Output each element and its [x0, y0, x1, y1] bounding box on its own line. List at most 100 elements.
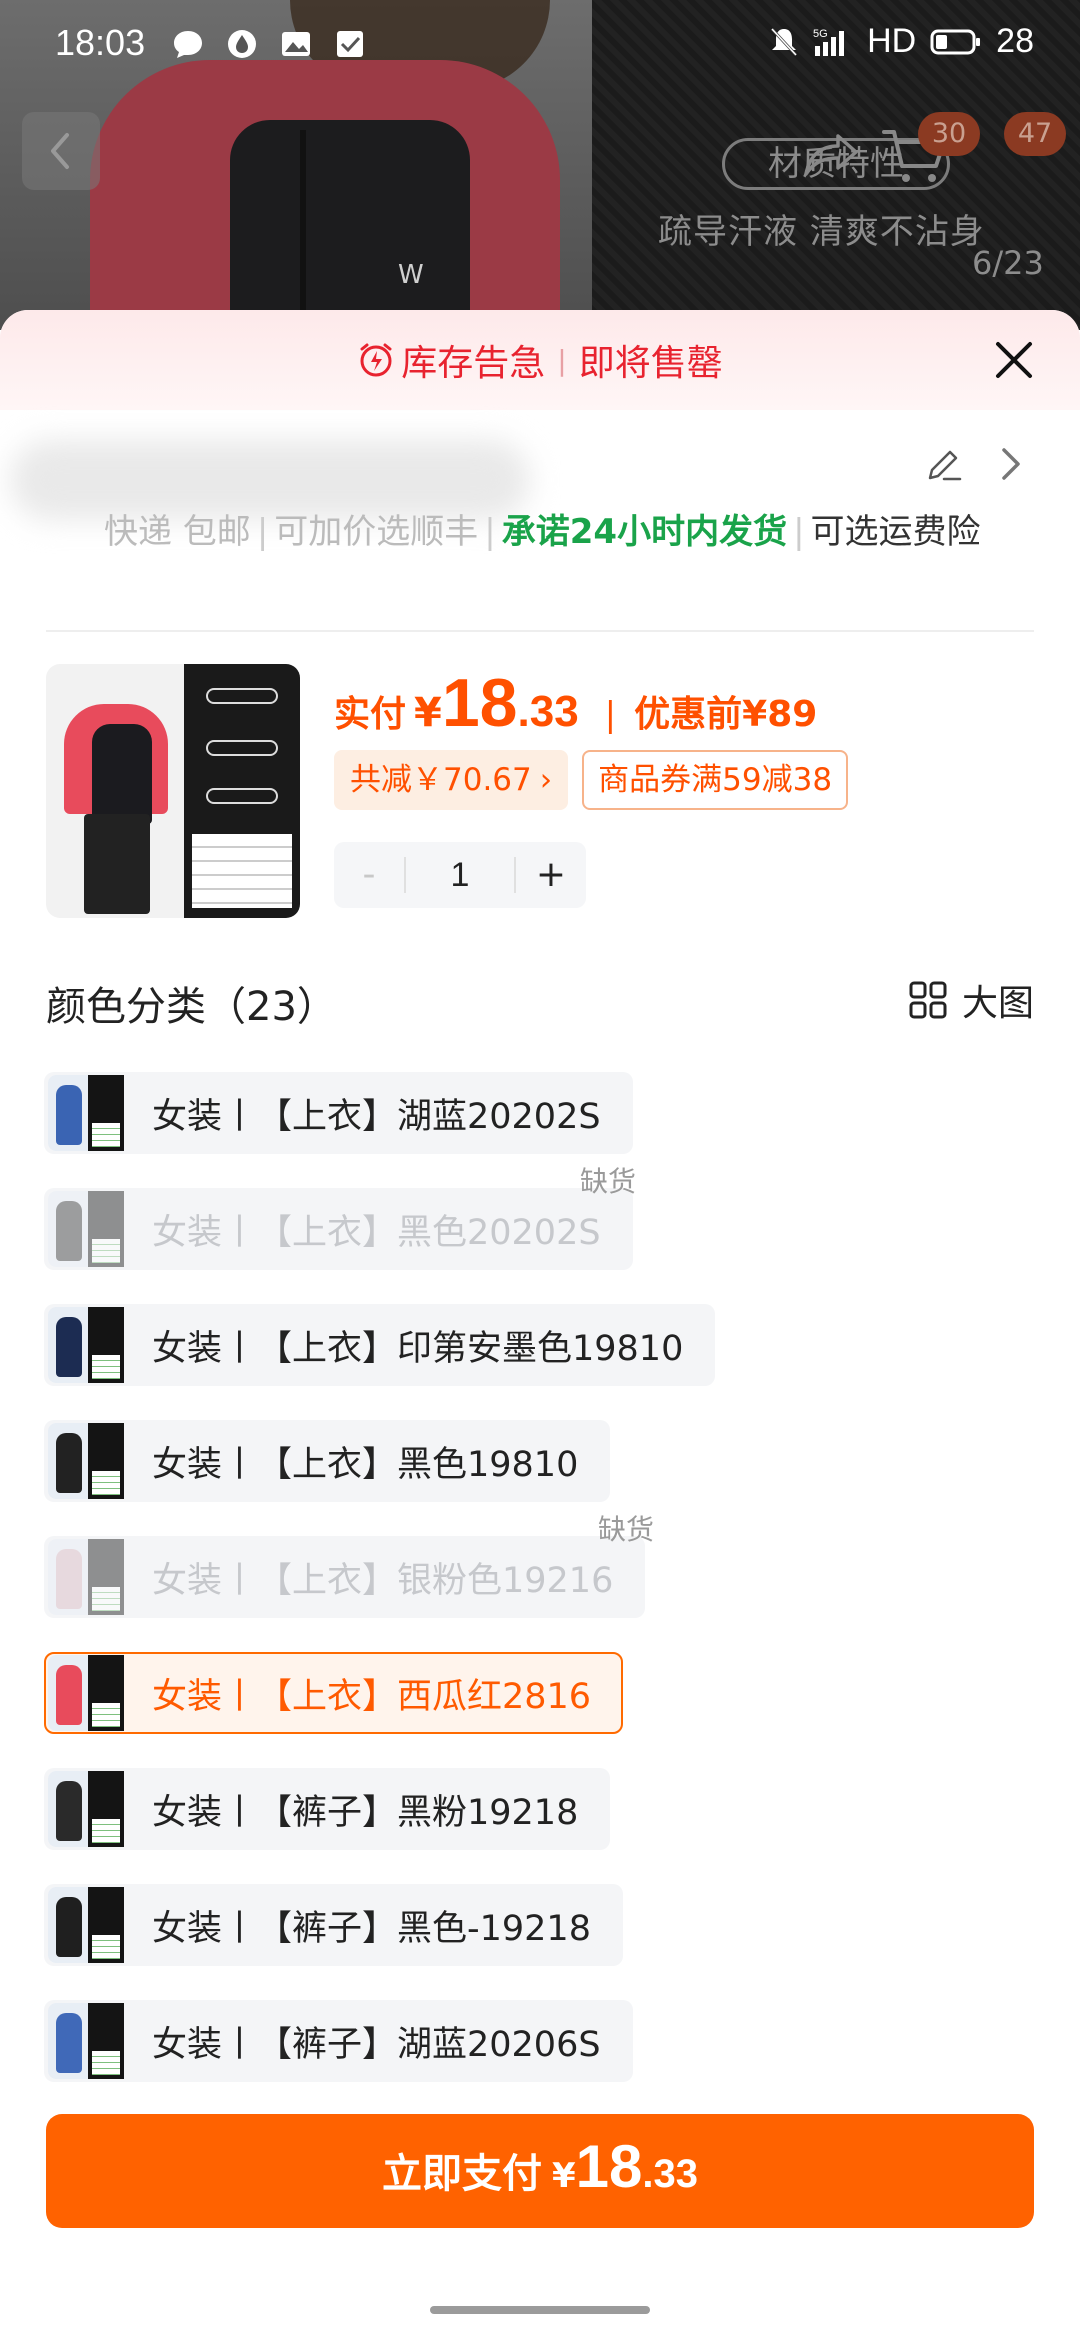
increase-quantity-button[interactable]: + [516, 842, 586, 908]
variant-label: 女装丨【上衣】黑色20202S [152, 1212, 601, 1253]
decrease-quantity-button[interactable]: - [334, 842, 404, 908]
quantity-value[interactable]: 1 [404, 857, 516, 893]
variant-figure [56, 2013, 82, 2073]
signal-icon: 5G [813, 28, 845, 56]
pay-amount-integer: 18 [575, 2133, 643, 2200]
battery-icon [930, 29, 981, 54]
banner-separator: | [557, 343, 567, 377]
product-thumbnail[interactable] [46, 664, 300, 918]
variant-size-chart [88, 1887, 124, 1963]
home-indicator[interactable] [430, 2306, 650, 2314]
variant-thumbnail [48, 1307, 124, 1383]
out-of-stock-badge: 缺货 [598, 1513, 655, 1546]
variant-option[interactable]: 女装丨【上衣】湖蓝20202S [44, 1072, 633, 1154]
shipping-sep: | [484, 512, 496, 552]
variant-thumbnail [48, 1771, 124, 1847]
feature-description: 疏导汗液 清爽不沾身 [658, 212, 985, 252]
variant-label: 女装丨【上衣】黑色19810 [152, 1444, 579, 1485]
grid-icon [909, 981, 947, 1019]
variant-label: 女装丨【裤子】黑色-19218 [152, 1908, 591, 1949]
variant-size-chart [88, 1191, 124, 1267]
variant-figure [56, 1201, 82, 1261]
variant-figure [56, 1317, 82, 1377]
variant-figure [56, 1781, 82, 1841]
price-line: 实付 ¥ 18 .33 | 优惠前 ¥89 [334, 664, 817, 742]
price-currency: ¥ [414, 690, 442, 736]
thumbnail-jacket-panel [92, 724, 152, 824]
sku-selection-sheet: 库存告急 | 即将售罄 快递 包邮 | 可加价选顺丰 | 承诺24小时内发货 | 可选运费险… [0, 310, 1080, 2340]
shipping-insurance: 可选运费险 [810, 512, 981, 552]
variant-label: 女装丨【上衣】湖蓝20202S [152, 1096, 601, 1137]
coupon-chip[interactable]: 商品券满59减38 [582, 750, 849, 810]
big-image-label: 大图 [961, 983, 1034, 1024]
shipping-sep: | [793, 512, 805, 552]
cart-badge: 47 [1004, 112, 1066, 156]
quantity-stepper: - 1 + [334, 842, 586, 908]
share-badge: 30 [918, 112, 980, 156]
variant-figure [56, 1665, 82, 1725]
variant-size-chart [88, 1423, 124, 1499]
pay-now-label: 立即支付 [381, 2151, 542, 2197]
variant-option-out-of-stock[interactable]: 女装丨【上衣】黑色20202S [44, 1188, 633, 1270]
variant-figure [56, 1433, 82, 1493]
variant-size-chart [88, 1655, 124, 1731]
variant-size-chart [88, 1539, 124, 1615]
variant-thumbnail [48, 1655, 124, 1731]
thumbnail-table [192, 834, 292, 908]
variant-option[interactable]: 女装丨【裤子】湖蓝20206S [44, 2000, 633, 2082]
system-status: 5G HD 28 [769, 22, 1034, 61]
final-price-label: 实付 [334, 694, 407, 735]
jacket-zipper [300, 130, 306, 330]
variant-option-out-of-stock[interactable]: 女装丨【上衣】银粉色19216 [44, 1536, 646, 1618]
variant-size-chart [88, 1771, 124, 1847]
variant-thumbnail [48, 1191, 124, 1267]
variant-size-chart [88, 1307, 124, 1383]
variant-thumbnail [48, 1423, 124, 1499]
close-icon[interactable] [988, 334, 1040, 386]
variant-option[interactable]: 女装丨【上衣】黑色19810 [44, 1420, 611, 1502]
drop-notification-icon [224, 26, 260, 62]
back-button[interactable] [22, 112, 100, 190]
variant-option[interactable]: 女装丨【裤子】黑色-19218 [44, 1884, 623, 1966]
status-bar: 18:03 5G HD 28 [0, 0, 1080, 90]
thumbnail-pants [84, 814, 150, 914]
status-time: 18:03 [55, 22, 146, 63]
chat-notification-icon [170, 26, 206, 62]
hd-indicator: HD [867, 22, 917, 60]
pay-now-button[interactable]: 立即支付 ¥ 18 .33 [46, 2114, 1034, 2228]
shipping-method: 快递 包邮 [104, 512, 251, 552]
variant-label: 女装丨【裤子】黑粉19218 [152, 1792, 579, 1833]
total-discount-chip[interactable]: 共减￥70.67 › [334, 750, 569, 810]
chevron-right-icon[interactable] [996, 446, 1026, 482]
thumbnail-tag [206, 740, 278, 756]
variant-figure [56, 1085, 82, 1145]
stock-alert-text: 库存告急 [401, 343, 546, 384]
total-discount-text: 共减￥70.67 [350, 762, 532, 798]
shipping-sep: | [256, 512, 269, 552]
share-icon[interactable] [800, 130, 860, 180]
pay-amount-decimal: .33 [642, 2152, 699, 2196]
variant-thumbnail [48, 1887, 124, 1963]
out-of-stock-badge: 缺货 [580, 1165, 637, 1198]
variant-size-chart [88, 1075, 124, 1151]
variant-figure [56, 1897, 82, 1957]
sf-upgrade-option: 可加价选顺丰 [274, 512, 479, 552]
color-category-title: 颜色分类（23） [46, 984, 337, 1030]
edit-icon[interactable] [924, 444, 964, 484]
variant-label: 女装丨【上衣】印第安墨色19810 [152, 1328, 684, 1369]
variant-option[interactable]: 女装丨【裤子】黑粉19218 [44, 1768, 611, 1850]
variant-option-selected[interactable]: 女装丨【上衣】西瓜红2816 [44, 1652, 624, 1734]
variant-size-chart [88, 2003, 124, 2079]
variant-thumbnail [48, 2003, 124, 2079]
pay-currency: ¥ [551, 2156, 576, 2196]
sell-out-soon-text: 即将售罄 [578, 343, 723, 384]
price-divider: | [604, 695, 617, 735]
shipping-info[interactable]: 快递 包邮 | 可加价选顺丰 | 承诺24小时内发货 | 可选运费险 [104, 506, 984, 558]
price-integer: 18 [441, 665, 518, 741]
thumbnail-size-chart [184, 664, 300, 918]
variant-option[interactable]: 女装丨【上衣】印第安墨色19810 [44, 1304, 716, 1386]
price-decimal: .33 [517, 687, 579, 736]
variant-thumbnail [48, 1539, 124, 1615]
thumbnail-tag [206, 788, 278, 804]
big-image-toggle[interactable]: 大图 [908, 974, 1034, 1026]
